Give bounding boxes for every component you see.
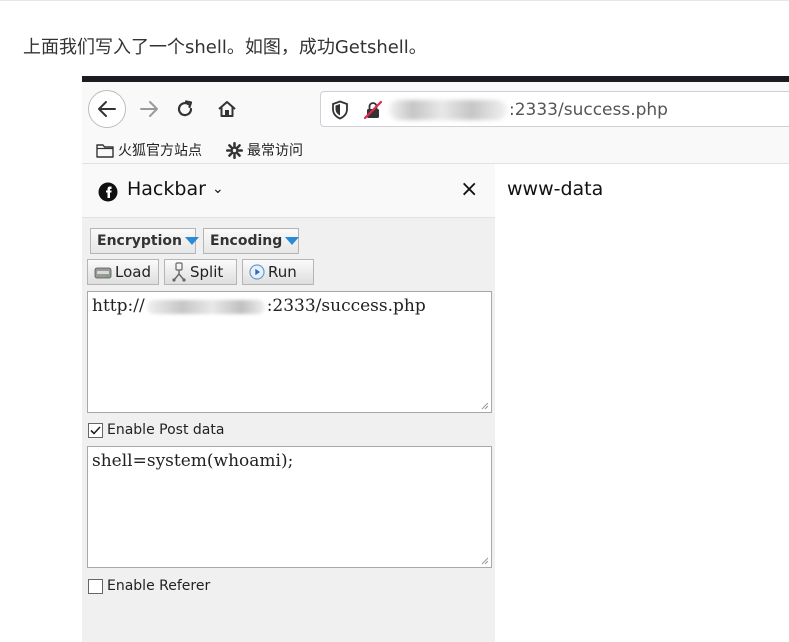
enable-referer-toggle[interactable]: Enable Referer	[88, 578, 210, 594]
encoding-label: Encoding	[210, 233, 283, 249]
back-arrow-icon	[98, 101, 116, 117]
reload-icon	[177, 100, 193, 117]
article-caption: 上面我们写入了一个shell。如图，成功Getshell。	[23, 37, 427, 58]
dropdown-arrow-icon	[184, 237, 199, 245]
shield-icon[interactable]	[331, 100, 349, 120]
bookmark-label: 火狐官方站点	[118, 143, 202, 159]
top-divider	[0, 0, 789, 1]
command-output: www-data	[507, 178, 604, 200]
hackbar-sidebar: Hackbar ⌄ × Encryption Encoding Load Spl…	[82, 164, 495, 642]
reload-button[interactable]	[170, 92, 200, 126]
url-prefix: http://	[92, 296, 145, 316]
browser-screenshot: :2333/success.php 火狐官方站点 最常访问 Hackbar ⌄ …	[82, 76, 789, 642]
split-url-button[interactable]: Split	[164, 259, 237, 285]
bookmark-label: 最常访问	[247, 143, 303, 159]
run-button[interactable]: Run	[242, 259, 314, 285]
enable-referer-label: Enable Referer	[107, 578, 211, 594]
back-button[interactable]	[88, 90, 126, 128]
url-suffix: :2333/success.php	[266, 296, 426, 316]
forward-arrow-icon	[140, 101, 158, 117]
redacted-host	[146, 299, 265, 314]
resize-grip-icon[interactable]	[480, 556, 489, 565]
gear-icon	[226, 141, 243, 159]
enable-post-label: Enable Post data	[107, 422, 225, 438]
hackbar-logo-icon	[98, 182, 118, 202]
resize-grip-icon[interactable]	[480, 401, 489, 410]
bookmark-firefox-official[interactable]: 火狐官方站点	[96, 140, 202, 160]
load-icon	[94, 267, 112, 279]
bookmark-most-visited[interactable]: 最常访问	[226, 140, 303, 160]
enable-referer-checkbox[interactable]	[88, 578, 103, 594]
url-textarea[interactable]: http:// :2333/success.php	[87, 291, 492, 413]
home-button[interactable]	[210, 92, 244, 126]
close-icon[interactable]: ×	[460, 177, 478, 202]
checkmark-icon	[90, 425, 101, 435]
forward-button[interactable]	[134, 92, 164, 126]
insecure-lock-icon[interactable]	[363, 100, 383, 120]
page-content: www-data	[495, 164, 789, 642]
split-label: Split	[190, 263, 224, 281]
folder-icon	[96, 143, 114, 158]
run-label: Run	[268, 263, 297, 281]
split-icon	[172, 262, 186, 282]
enable-post-toggle[interactable]: Enable Post data	[88, 422, 224, 438]
redacted-host	[389, 100, 507, 120]
load-label: Load	[115, 263, 151, 281]
hackbar-title[interactable]: Hackbar	[127, 178, 206, 200]
dropdown-arrow-icon	[285, 237, 300, 245]
play-icon	[249, 264, 265, 280]
home-icon	[218, 101, 236, 117]
chevron-down-icon[interactable]: ⌄	[212, 181, 224, 197]
encoding-dropdown[interactable]: Encoding	[203, 228, 300, 254]
post-data-value: shell=system(whoami);	[92, 451, 294, 471]
nav-toolbar: :2333/success.php	[82, 82, 789, 134]
encryption-label: Encryption	[97, 233, 182, 249]
post-data-textarea[interactable]: shell=system(whoami);	[87, 446, 492, 568]
encryption-dropdown[interactable]: Encryption	[90, 228, 199, 254]
address-bar[interactable]: :2333/success.php	[320, 91, 789, 127]
url-visible-text: :2333/success.php	[509, 100, 668, 120]
enable-post-checkbox[interactable]	[88, 422, 103, 438]
hackbar-header: Hackbar ⌄ ×	[82, 164, 495, 218]
bookmarks-toolbar: 火狐官方站点 最常访问	[82, 134, 789, 164]
load-url-button[interactable]: Load	[87, 259, 159, 285]
